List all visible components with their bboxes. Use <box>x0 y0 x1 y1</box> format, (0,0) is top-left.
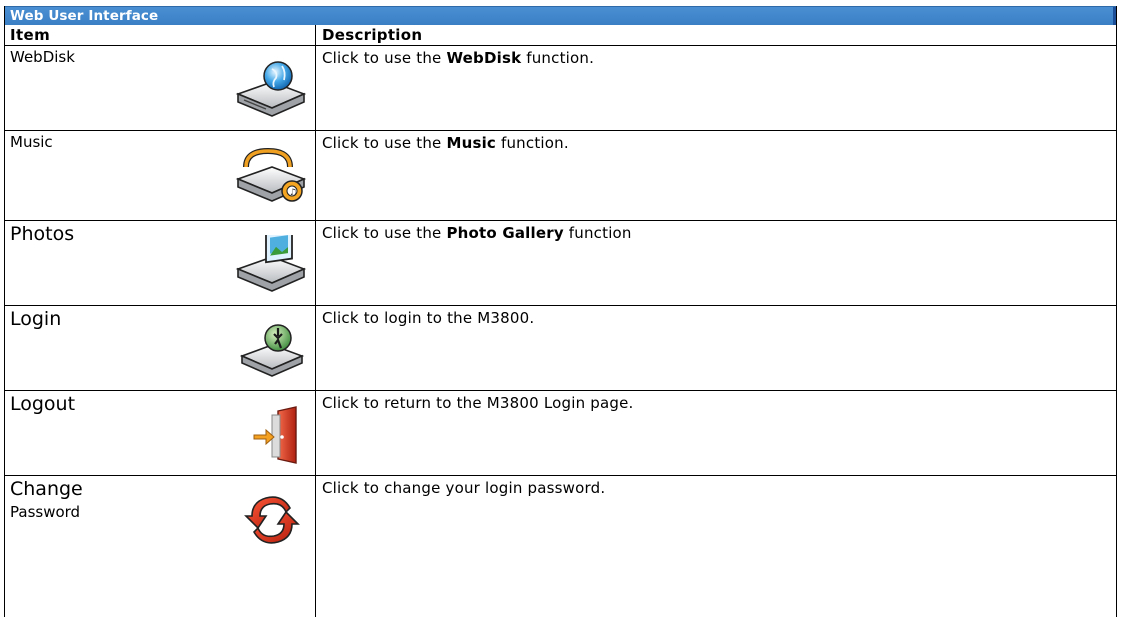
login-drive-icon <box>232 320 308 380</box>
item-label-photos: Photos <box>10 223 75 245</box>
webdisk-globe-drive-icon <box>232 60 308 120</box>
table-row-logout: Logout Click to return to the M3800 Logi… <box>5 391 1116 476</box>
table-title-bar: Web User Interface <box>5 6 1116 25</box>
item-label-logout: Logout <box>10 393 76 415</box>
description-music: Click to use the Music function. <box>322 134 569 152</box>
item-label-change-password: Change Password <box>10 478 83 521</box>
svg-text:♫: ♫ <box>289 188 297 198</box>
item-label-webdisk: WebDisk <box>10 48 75 66</box>
table-row-photos: Photos Click to use the Photo Gallery fu… <box>5 221 1116 306</box>
table-header-row: Item Description <box>5 25 1116 46</box>
table-title: Web User Interface <box>10 8 159 24</box>
web-user-interface-table: Web User Interface Item Description WebD… <box>4 6 1117 617</box>
table-row-login: Login Click to login to the M3800. <box>5 306 1116 391</box>
column-header-item: Item <box>10 26 51 44</box>
item-label-music: Music <box>10 133 53 151</box>
description-login: Click to login to the M3800. <box>322 309 535 327</box>
table-row-webdisk: WebDisk Click to use the WebDisk functio… <box>5 46 1116 131</box>
table-row-change-password: Change Password Click to change your logi… <box>5 476 1116 617</box>
change-password-arrows-icon <box>232 490 308 550</box>
description-change-password: Click to change your login password. <box>322 479 606 497</box>
photo-gallery-drive-icon <box>232 227 308 295</box>
title-bar-edge <box>1113 7 1116 25</box>
description-webdisk: Click to use the WebDisk function. <box>322 49 595 67</box>
description-logout: Click to return to the M3800 Login page. <box>322 394 634 412</box>
description-photos: Click to use the Photo Gallery function <box>322 224 632 242</box>
table-row-music: Music ♫ Click to use the Music function. <box>5 131 1116 221</box>
music-drive-icon: ♫ <box>232 145 308 205</box>
column-header-description: Description <box>322 26 423 44</box>
item-label-login: Login <box>10 308 62 330</box>
logout-door-icon <box>232 405 308 465</box>
